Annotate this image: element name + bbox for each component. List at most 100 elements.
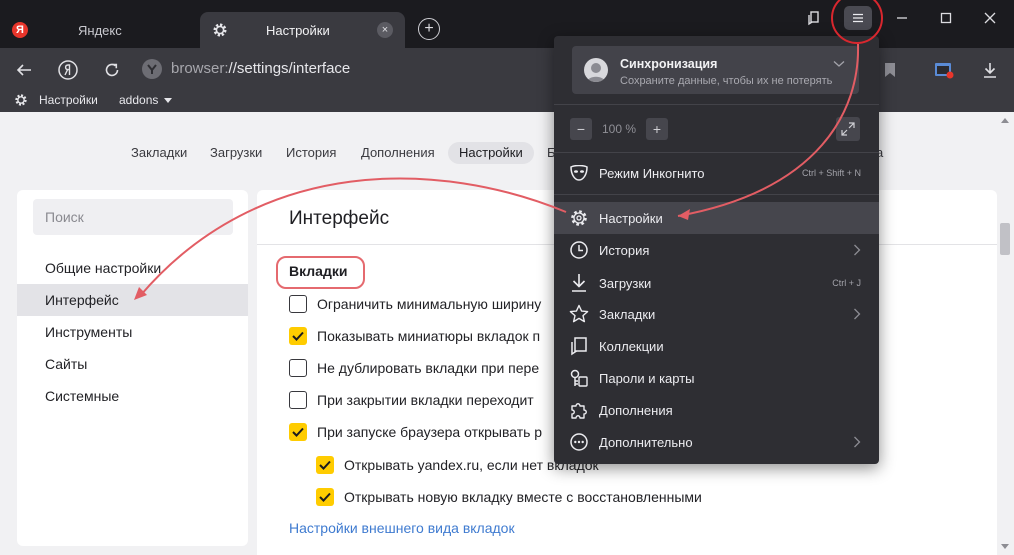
gear-icon [569,208,589,228]
scrollbar[interactable] [997,112,1014,555]
main-menu-button[interactable] [844,6,872,30]
option-open-new-tab-restored[interactable]: Открывать новую вкладку вместе с восстан… [316,488,702,506]
bookmark-label: Настройки [39,93,98,107]
zoom-out-button[interactable]: − [570,118,592,140]
yandex-logo-icon: Я [12,22,28,38]
shortcut-text: Ctrl + Shift + N [801,168,861,178]
browser-y-icon [147,64,157,74]
bookmark-folder-addons[interactable]: addons [119,93,173,107]
menu-separator [554,152,879,153]
menu-item-collections[interactable]: Коллекции [554,330,879,362]
maximize-button[interactable] [932,6,960,30]
chevron-right-icon [854,244,861,256]
sidebar-item-sites[interactable]: Сайты [17,348,248,380]
option-on-close-tab[interactable]: При закрытии вкладки переходит [289,391,534,409]
yandex-home-button[interactable] [56,58,80,82]
option-on-startup[interactable]: При запуске браузера открывать р [289,423,542,441]
yandex-circle-icon [58,60,78,80]
option-label: Показывать миниатюры вкладок п [317,328,541,344]
tab-title: Яндекс [78,22,122,38]
menu-item-settings[interactable]: Настройки [554,202,879,234]
page-title: Интерфейс [289,208,390,229]
nav-history[interactable]: История [286,145,336,160]
shortcut-text: Ctrl + J [832,278,861,288]
checkbox-unchecked[interactable] [289,391,307,409]
extension-button[interactable] [932,58,956,82]
close-tab-icon[interactable]: × [377,22,393,38]
checkbox-checked[interactable] [289,423,307,441]
zoom-in-button[interactable]: + [646,118,668,140]
caret-down-icon [164,98,173,103]
chevron-right-icon [854,308,861,320]
menu-item-extensions[interactable]: Дополнения [554,394,879,426]
fullscreen-button[interactable] [836,117,860,141]
tab-yandex[interactable]: Я Яндекс [0,12,200,48]
collections-button[interactable] [800,6,828,30]
reload-icon [105,63,119,77]
option-tab-thumbnails[interactable]: Показывать миниатюры вкладок п [289,327,540,345]
reload-button[interactable] [100,58,124,82]
nav-settings[interactable]: Настройки [448,142,534,164]
chevron-down-icon [833,61,845,67]
fullscreen-icon [841,122,855,136]
site-info-icon[interactable] [142,59,162,79]
settings-search-input[interactable] [33,199,233,235]
url-path: //settings/interface [228,60,351,77]
scroll-up-icon[interactable] [1001,118,1009,123]
sidebar-item-interface[interactable]: Интерфейс [17,284,248,316]
zoom-level: 100 % [601,122,637,136]
checkbox-checked[interactable] [289,327,307,345]
nav-downloads[interactable]: Загрузки [210,145,262,160]
sync-panel[interactable]: Синхронизация Сохраните данные, чтобы их… [572,46,859,94]
option-limit-tab-width[interactable]: Ограничить минимальную ширину [289,295,541,313]
checkbox-unchecked[interactable] [289,359,307,377]
minimize-button[interactable] [888,6,916,30]
menu-item-history[interactable]: История [554,234,879,266]
menu-item-label: Загрузки [599,275,652,291]
new-tab-button[interactable]: + [418,18,440,40]
avatar [584,58,608,82]
checkbox-checked[interactable] [316,488,334,506]
back-button[interactable] [12,58,36,82]
checkmark-icon [292,331,304,341]
option-no-duplicate-tabs[interactable]: Не дублировать вкладки при пере [289,359,539,377]
menu-item-label: Коллекции [599,338,664,354]
nav-extensions[interactable]: Дополнения [361,145,435,160]
menu-item-passwords[interactable]: Пароли и карты [554,362,879,394]
download-icon [984,63,996,78]
option-label: При запуске браузера открывать р [317,424,543,440]
bookmark-pages-icon [808,11,819,26]
bookmark-page-button[interactable] [878,58,902,82]
downloads-button[interactable] [978,58,1002,82]
checkmark-icon [292,427,304,437]
hamburger-icon [853,13,863,23]
tab-appearance-link[interactable]: Настройки внешнего вида вкладок [289,520,515,536]
url-text[interactable]: browser://settings/interface [171,60,350,77]
sidebar-item-general[interactable]: Общие настройки [17,252,248,284]
checkbox-checked[interactable] [316,456,334,474]
menu-item-downloads[interactable]: Загрузки Ctrl + J [554,267,879,299]
scroll-down-icon[interactable] [1001,544,1009,549]
menu-item-label: Пароли и карты [599,370,695,386]
tab-settings[interactable]: Настройки × [200,12,405,48]
menu-item-label: История [599,242,650,258]
bookmark-settings[interactable]: Настройки [14,93,98,107]
checkbox-unchecked[interactable] [289,295,307,313]
url-scheme: browser: [171,60,229,77]
sidebar-item-tools[interactable]: Инструменты [17,316,248,348]
star-icon [569,304,589,324]
gear-icon [15,94,27,106]
maximize-icon [940,12,952,24]
sidebar-item-system[interactable]: Системные [17,380,248,412]
option-label: Ограничить минимальную ширину [317,296,542,312]
clock-icon [569,240,589,260]
settings-sidebar: Общие настройки Интерфейс Инструменты Са… [17,190,248,546]
close-window-button[interactable] [976,6,1004,30]
nav-bookmarks[interactable]: Закладки [131,145,187,160]
main-menu: Синхронизация Сохраните данные, чтобы их… [554,36,879,464]
scroll-thumb[interactable] [1000,223,1010,255]
menu-item-incognito[interactable]: Режим Инкогнито Ctrl + Shift + N [554,157,879,189]
menu-separator [554,194,879,195]
menu-item-bookmarks[interactable]: Закладки [554,298,879,330]
menu-item-more[interactable]: Дополнительно [554,426,879,458]
